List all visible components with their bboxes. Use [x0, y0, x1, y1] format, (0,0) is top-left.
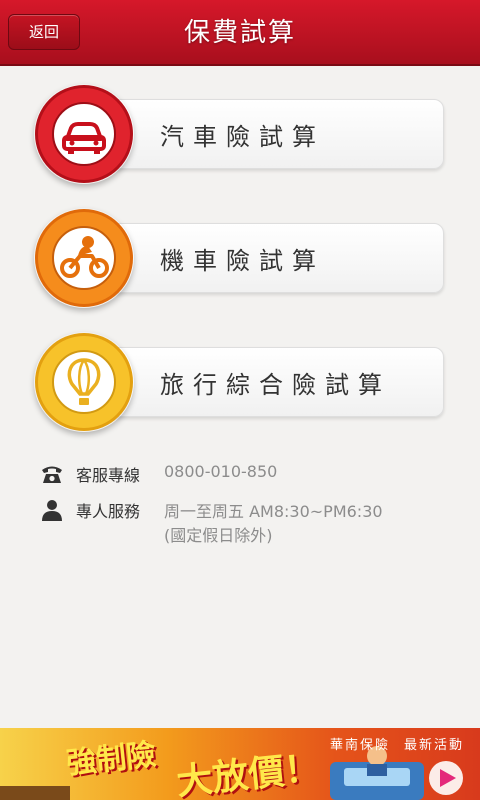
motorcycle-icon	[34, 208, 134, 308]
motorcycle-insurance-label: 機車險試算	[160, 247, 325, 275]
motorcycle-insurance-button[interactable]: 機車險試算	[34, 208, 446, 308]
promo-banner[interactable]: 強制險 大放價！ 華南保險 最新活動	[0, 728, 480, 800]
app-header: 返回 保費試算	[0, 0, 480, 66]
hot-air-balloon-icon	[34, 332, 134, 432]
banner-brand: 華南保險	[330, 738, 391, 753]
travel-insurance-button[interactable]: 旅行綜合險試算	[34, 332, 446, 432]
hotline-label: 客服專線	[76, 466, 141, 485]
car-insurance-label: 汽車險試算	[160, 123, 325, 151]
banner-tagline: 最新活動	[404, 738, 465, 753]
hotline-row[interactable]: 客服專線 0800-010-850	[40, 462, 460, 486]
service-hours: 周一至周五 AM8:30~PM6:30	[164, 502, 383, 521]
hotline-number[interactable]: 0800-010-850	[164, 462, 277, 481]
banner-headline-1: 強制險	[64, 737, 158, 782]
service-row: 專人服務 周一至周五 AM8:30~PM6:30 (國定假日除外)	[40, 498, 460, 546]
person-icon	[40, 498, 64, 526]
car-icon	[34, 84, 134, 184]
travel-insurance-label: 旅行綜合險試算	[160, 371, 391, 399]
phone-icon	[40, 462, 64, 490]
car-insurance-button[interactable]: 汽車險試算	[34, 84, 446, 184]
page-title: 保費試算	[183, 18, 296, 48]
service-label: 專人服務	[76, 502, 141, 521]
service-note: (國定假日除外)	[164, 526, 273, 545]
